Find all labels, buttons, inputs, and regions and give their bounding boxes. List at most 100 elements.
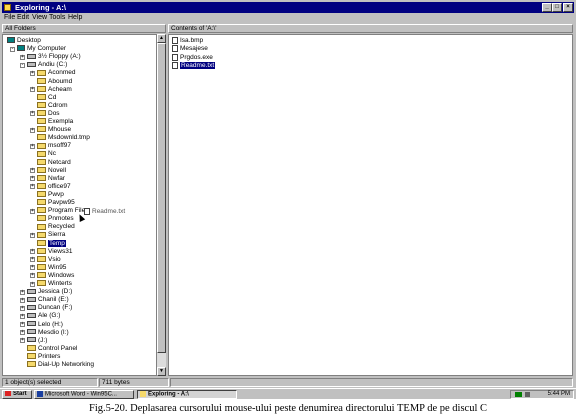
computer-icon	[17, 45, 25, 52]
tree-item[interactable]: Control Panel	[27, 345, 77, 353]
tree-item[interactable]: Novell	[37, 167, 66, 175]
tree-item[interactable]: Mhouse	[37, 126, 71, 134]
tree-item[interactable]: Exempla	[37, 118, 73, 126]
tree-item[interactable]: Lelo (H:)	[27, 321, 63, 329]
tree-item[interactable]: Desktop	[7, 37, 41, 45]
folder-icon	[37, 85, 46, 92]
tree-item[interactable]: Pwvp	[37, 191, 64, 199]
tree-item[interactable]: Views31	[37, 248, 72, 256]
tree-item[interactable]: office97	[37, 183, 71, 191]
tree-item[interactable]: Dos	[37, 110, 60, 118]
title-bar[interactable]: Exploring - A:\ _ □ ×	[2, 2, 574, 13]
folder-icon	[37, 102, 46, 109]
tree-item[interactable]: Duncan (F:)	[27, 304, 72, 312]
expand-toggle-icon[interactable]: +	[30, 281, 35, 287]
tree-item[interactable]: Printers	[27, 353, 60, 361]
folder-tree[interactable]: Desktop - My Computer +3½ Floppy (A:) - Andiu…	[2, 34, 157, 376]
taskbar-word[interactable]: Microsoft Word - Win95C...	[34, 390, 134, 399]
tree-item[interactable]: Pnmotes	[37, 215, 74, 223]
expand-toggle-icon[interactable]: +	[20, 313, 25, 319]
expand-toggle-icon[interactable]: +	[30, 143, 35, 149]
tree-item[interactable]: Aboumd	[37, 78, 72, 86]
expand-toggle-icon[interactable]: +	[20, 297, 25, 303]
close-button[interactable]: ×	[563, 3, 573, 12]
tree-item[interactable]: Mesdio (I:)	[27, 329, 69, 337]
tree-item-label: Nc	[48, 150, 56, 158]
expand-toggle-icon[interactable]: +	[30, 208, 35, 214]
tree-item[interactable]: Cd	[37, 94, 56, 102]
speaker-icon[interactable]	[525, 392, 530, 397]
clock[interactable]: 5:44 PM	[548, 391, 570, 398]
start-button[interactable]: Start	[2, 390, 32, 399]
tree-scrollbar[interactable]: ▲ ▼	[157, 34, 166, 376]
desktop-icon	[7, 37, 15, 44]
tree-item[interactable]: Ale (G:)	[27, 312, 60, 320]
tree-item[interactable]: (J:)	[27, 337, 47, 345]
tree-item[interactable]: Netcard	[37, 159, 71, 167]
expand-toggle-icon[interactable]: -	[10, 46, 15, 52]
expand-toggle-icon[interactable]: +	[30, 168, 35, 174]
folder-icon	[37, 215, 46, 222]
expand-toggle-icon[interactable]: +	[30, 232, 35, 238]
tree-item[interactable]: Msdownld.tmp	[37, 134, 90, 142]
taskbar-exploring[interactable]: Exploring - A:\	[137, 390, 237, 399]
expand-toggle-icon[interactable]: +	[30, 87, 35, 93]
tree-item[interactable]: Andiu (C:)	[27, 61, 67, 69]
expand-toggle-icon[interactable]: +	[30, 249, 35, 255]
scroll-up-arrow-icon[interactable]: ▲	[157, 34, 166, 43]
tree-item[interactable]: Dial-Up Networking	[27, 361, 94, 369]
tree-item[interactable]: Vsio	[37, 256, 61, 264]
menu-file[interactable]: File	[4, 14, 15, 21]
expand-toggle-icon[interactable]: +	[20, 338, 25, 344]
tree-item[interactable]: msoff97	[37, 142, 71, 150]
scroll-thumb[interactable]	[157, 43, 166, 353]
tree-item[interactable]: Jessica (D:)	[27, 288, 72, 296]
file-item[interactable]: Readme.txt	[172, 61, 216, 70]
tree-item[interactable]: Windows	[37, 272, 74, 280]
tree-item[interactable]: Pavpw95	[37, 199, 75, 207]
file-item[interactable]: Prgdos.exe	[172, 53, 213, 62]
expand-toggle-icon[interactable]: +	[30, 111, 35, 117]
expand-toggle-icon[interactable]: +	[20, 54, 25, 60]
cdrom-icon	[27, 337, 36, 343]
drive-icon	[27, 329, 36, 335]
menu-edit[interactable]: Edit	[17, 14, 29, 21]
tree-item[interactable]: My Computer	[17, 45, 66, 53]
tree-item[interactable]: Sierra	[37, 231, 65, 239]
expand-toggle-icon[interactable]: +	[30, 184, 35, 190]
tree-item[interactable]: Cdrom	[37, 102, 68, 110]
menu-tools[interactable]: Tools	[49, 14, 65, 21]
expand-toggle-icon[interactable]: -	[20, 62, 25, 68]
maximize-button[interactable]: □	[552, 3, 562, 12]
network-icon[interactable]	[515, 392, 522, 397]
expand-toggle-icon[interactable]: +	[30, 70, 35, 76]
expand-toggle-icon[interactable]: +	[30, 273, 35, 279]
menu-view[interactable]: View	[32, 14, 47, 21]
tree-item-label: Cdrom	[48, 101, 68, 109]
expand-toggle-icon[interactable]: +	[20, 289, 25, 295]
expand-toggle-icon[interactable]: +	[30, 176, 35, 182]
tree-item[interactable]: Aconmed	[37, 69, 75, 77]
scroll-down-arrow-icon[interactable]: ▼	[157, 367, 166, 376]
expand-toggle-icon[interactable]: +	[30, 127, 35, 133]
tree-item[interactable]: Win95	[37, 264, 66, 272]
expand-toggle-icon[interactable]: +	[20, 330, 25, 336]
tree-item[interactable]: 3½ Floppy (A:)	[27, 53, 81, 61]
file-item[interactable]: Mesajese	[172, 45, 208, 53]
menu-help[interactable]: Help	[68, 14, 82, 21]
minimize-button[interactable]: _	[542, 3, 552, 12]
tree-item[interactable]: Chanil (E:)	[27, 296, 69, 304]
tree-item[interactable]: Nc	[37, 150, 56, 158]
expand-toggle-icon[interactable]: +	[20, 322, 25, 327]
tree-item[interactable]: Acheam	[37, 86, 72, 94]
tree-item[interactable]: Winterts	[37, 280, 72, 288]
file-list[interactable]: Isa.bmp Mesajese Prgdos.exe Readme.txt	[168, 34, 573, 376]
expand-toggle-icon[interactable]: +	[30, 257, 35, 263]
status-selected: 1 object(s) selected	[2, 378, 98, 387]
expand-toggle-icon[interactable]: +	[30, 265, 35, 271]
tree-item[interactable]: Nwfar	[37, 175, 65, 183]
tree-item[interactable]: Temp	[37, 239, 66, 248]
file-item[interactable]: Isa.bmp	[172, 37, 203, 45]
expand-toggle-icon[interactable]: +	[20, 305, 25, 311]
tree-item[interactable]: Recycled	[37, 223, 75, 231]
